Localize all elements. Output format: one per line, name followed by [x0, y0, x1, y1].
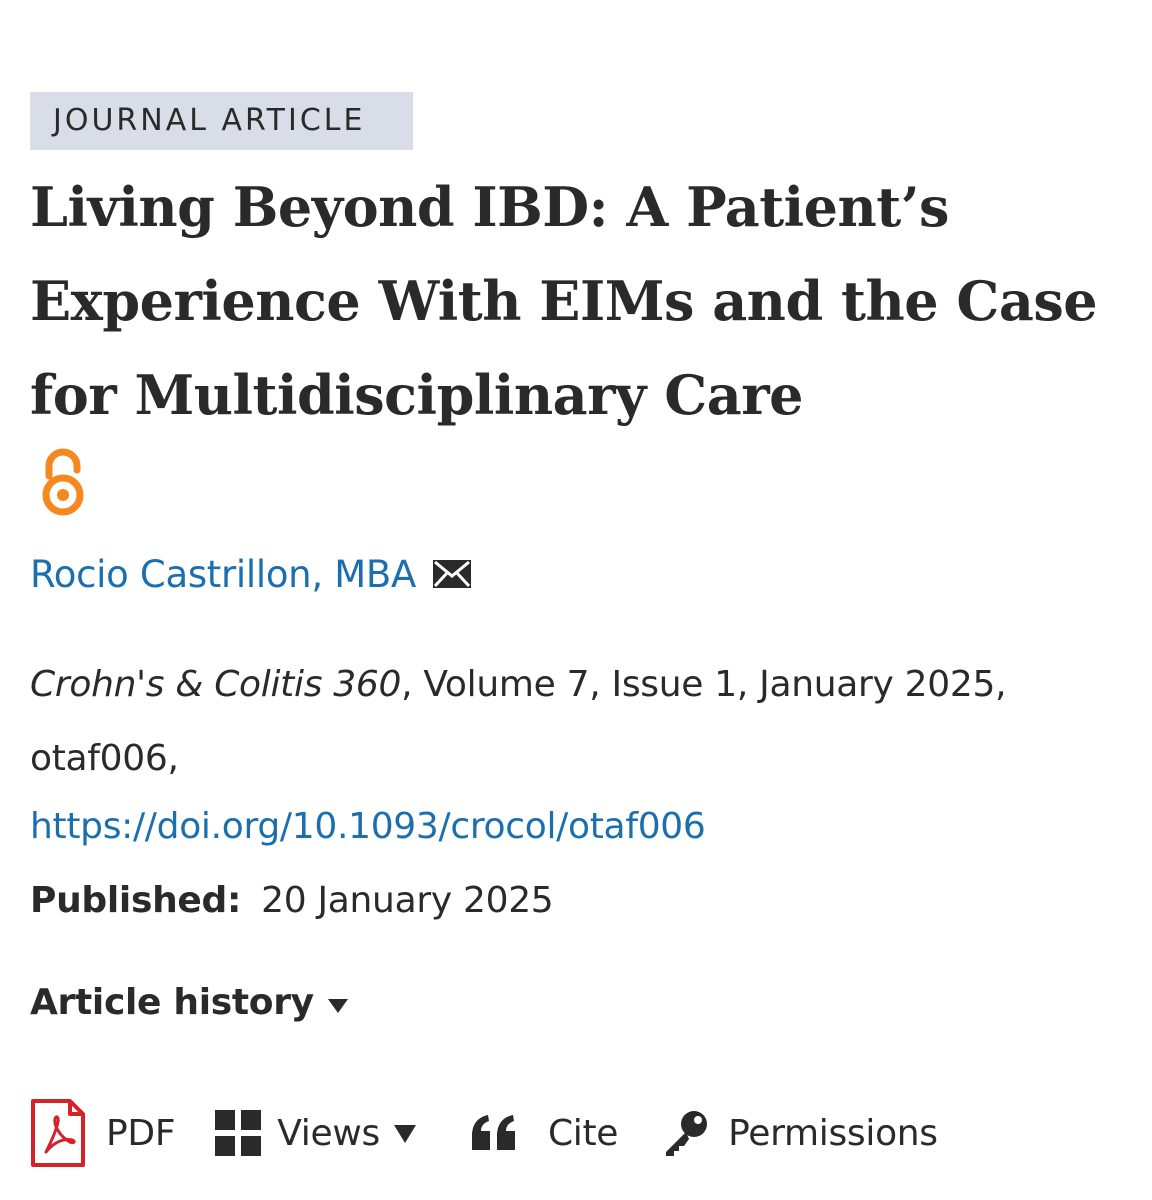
quote-icon	[471, 1115, 515, 1150]
pdf-button[interactable]: PDF	[30, 1098, 176, 1168]
article-history-toggle[interactable]: Article history	[30, 972, 348, 1034]
views-label: Views	[277, 1112, 380, 1154]
grid-icon	[215, 1110, 262, 1156]
published-row: Published: 20 January 2025	[30, 870, 554, 932]
published-label: Published:	[30, 880, 242, 921]
open-access-icon	[42, 448, 84, 516]
published-date: 20 January 2025	[261, 880, 554, 921]
permissions-label: Permissions	[728, 1112, 938, 1154]
article-title: Living Beyond IBD: A Patient’s Experienc…	[30, 175, 1098, 427]
pdf-icon	[31, 1099, 85, 1167]
author-link[interactable]: Rocio Castrillon, MBA	[30, 553, 416, 596]
key-icon	[666, 1111, 708, 1156]
caret-down-icon	[393, 1125, 416, 1143]
mail-icon[interactable]	[432, 559, 472, 589]
pdf-label: PDF	[106, 1112, 176, 1154]
cite-label: Cite	[547, 1112, 619, 1154]
article-toolbar: PDF Views Cite Permissions	[30, 1098, 938, 1168]
chevron-down-icon	[327, 999, 348, 1013]
permissions-button[interactable]: Permissions	[662, 1109, 938, 1157]
doi-link[interactable]: https://doi.org/10.1093/crocol/otaf006	[30, 796, 706, 858]
journal-name: Crohn's & Colitis 360	[30, 664, 402, 705]
citation: Crohn's & Colitis 360, Volume 7, Issue 1…	[30, 648, 1120, 796]
article-history-label: Article history	[30, 982, 314, 1023]
views-dropdown[interactable]: Views	[215, 1110, 416, 1156]
author-row: Rocio Castrillon, MBA	[30, 548, 472, 600]
cite-button[interactable]: Cite	[470, 1113, 618, 1154]
article-type-badge: JOURNAL ARTICLE	[30, 92, 413, 150]
